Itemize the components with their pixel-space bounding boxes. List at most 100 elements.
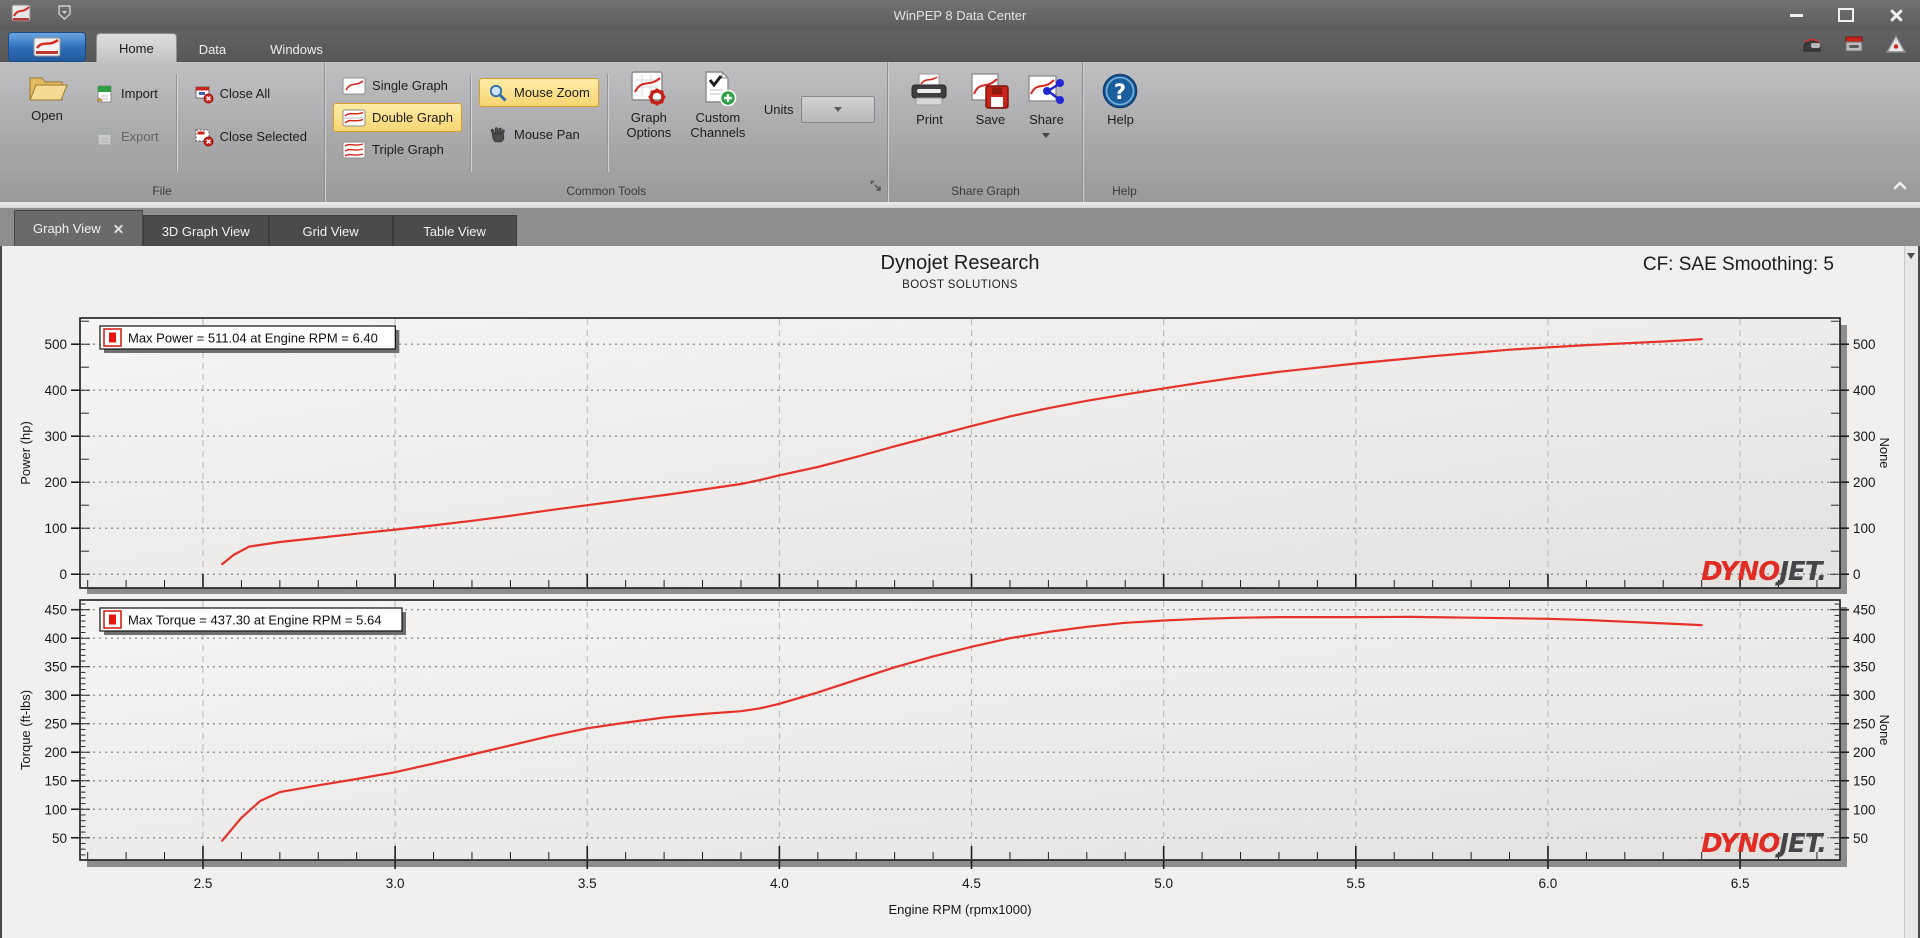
svg-text:450: 450	[44, 603, 67, 618]
single-graph-icon	[342, 77, 366, 94]
close-button[interactable]	[1886, 5, 1906, 25]
warning-triangle-icon[interactable]	[1885, 34, 1907, 58]
title-bar: WinPEP 8 Data Center	[0, 0, 1920, 30]
svg-text:400: 400	[44, 631, 67, 646]
help-group-label: Help	[1112, 184, 1137, 198]
print-button[interactable]: Print	[896, 70, 962, 128]
quick-access-dropdown-icon[interactable]	[58, 5, 71, 25]
svg-text:?: ?	[1114, 80, 1126, 104]
mouse-zoom-button[interactable]: Mouse Zoom	[478, 78, 599, 107]
chevron-up-icon	[1893, 181, 1907, 190]
svg-text:0: 0	[1853, 567, 1861, 582]
tab-table-view-label: Table View	[423, 223, 486, 239]
svg-text:100: 100	[1853, 802, 1876, 817]
torque-chart[interactable]: 50 50 100 100 150 150 200 200 250 250 300 300 350 350…	[2, 594, 1918, 938]
share-label: Share	[1029, 112, 1064, 127]
svg-text:200: 200	[44, 475, 67, 490]
folder-open-icon	[29, 77, 68, 101]
units-dropdown[interactable]	[801, 96, 876, 123]
triple-graph-button[interactable]: Triple Graph	[333, 136, 462, 163]
svg-text:150: 150	[1853, 774, 1876, 789]
tab-graph-view[interactable]: Graph View	[14, 210, 143, 246]
correction-factor-label: CF: SAE Smoothing: 5	[1642, 254, 1834, 275]
ribbon: Open Import Export Close All Close Selec…	[0, 62, 1920, 203]
tab-table-view[interactable]: Table View	[392, 215, 517, 246]
custom-channels-label: Custom Channels	[690, 110, 746, 140]
maximize-button[interactable]	[1836, 5, 1856, 25]
graph-view-panel: Dynojet Research BOOST SOLUTIONS CF: SAE…	[2, 246, 1918, 938]
csv-import-icon	[96, 85, 112, 102]
svg-text:None: None	[1877, 437, 1892, 468]
csv-export-icon	[97, 128, 112, 145]
tab-data[interactable]: Data	[177, 36, 248, 62]
power-chart[interactable]: 0 0 100 100 200 200 300 300 400 400 500 500 Power (h…	[2, 308, 1918, 594]
save-label: Save	[975, 112, 1006, 127]
close-selected-icon	[195, 129, 214, 146]
export-button[interactable]: Export	[86, 123, 168, 150]
svg-text:2.5: 2.5	[194, 876, 213, 891]
tab-scroll-rail[interactable]	[1904, 246, 1918, 938]
svg-text:100: 100	[44, 802, 67, 817]
ribbon-group-file: Open Import Export Close All Close Selec…	[0, 62, 324, 202]
ribbon-collapse-button[interactable]	[1892, 177, 1908, 195]
svg-text:100: 100	[1853, 521, 1876, 536]
svg-text:5.0: 5.0	[1154, 876, 1173, 891]
svg-text:200: 200	[1853, 745, 1876, 760]
svg-text:50: 50	[1853, 831, 1868, 846]
svg-text:4.0: 4.0	[770, 876, 789, 891]
custom-channels-button[interactable]: Custom Channels	[682, 68, 754, 140]
dyno-drum-icon[interactable]	[1844, 35, 1864, 58]
custom-channels-icon	[705, 71, 737, 107]
tab-3d-graph-view[interactable]: 3D Graph View	[142, 215, 269, 246]
open-button[interactable]: Open	[14, 68, 80, 124]
close-tab-icon[interactable]	[113, 223, 124, 234]
svg-text:400: 400	[1853, 631, 1876, 646]
triple-graph-label: Triple Graph	[372, 142, 444, 157]
helmet-icon[interactable]	[1802, 35, 1822, 58]
document-tab-bar: Graph View 3D Graph View Grid View Table…	[0, 208, 1920, 246]
tab-grid-view[interactable]: Grid View	[268, 215, 393, 246]
mouse-pan-button[interactable]: Mouse Pan	[479, 121, 599, 148]
dialog-launcher-icon[interactable]	[870, 179, 882, 197]
minimize-button[interactable]	[1786, 5, 1806, 25]
double-graph-button[interactable]: Double Graph	[333, 103, 462, 132]
save-icon	[971, 73, 1010, 109]
winpep-app-button[interactable]	[8, 32, 86, 62]
single-graph-label: Single Graph	[372, 78, 448, 93]
svg-text:300: 300	[1853, 429, 1876, 444]
svg-text:DYNOJET.: DYNOJET.	[1701, 829, 1826, 859]
company-title: Dynojet Research	[880, 252, 1040, 274]
close-selected-button[interactable]: Close Selected	[185, 123, 316, 150]
svg-text:Engine RPM (rpmx1000): Engine RPM (rpmx1000)	[888, 902, 1031, 917]
import-button[interactable]: Import	[86, 80, 168, 107]
dropdown-arrow-icon	[834, 107, 843, 112]
svg-text:350: 350	[1853, 660, 1876, 675]
tab-list-arrow-icon	[1907, 253, 1915, 259]
tab-3d-graph-view-label: 3D Graph View	[161, 223, 250, 239]
graph-options-button[interactable]: Graph Options	[616, 68, 682, 140]
help-button[interactable]: ? Help	[1091, 70, 1149, 128]
svg-text:300: 300	[1853, 688, 1876, 703]
double-graph-icon	[342, 109, 366, 126]
svg-text:300: 300	[44, 688, 67, 703]
svg-text:Max Torque = 437.30 at Engine: Max Torque = 437.30 at Engine RPM = 5.64	[128, 613, 381, 628]
tab-windows[interactable]: Windows	[248, 36, 345, 62]
svg-text:None: None	[1877, 714, 1892, 745]
single-graph-button[interactable]: Single Graph	[333, 72, 462, 99]
close-all-button[interactable]: Close All	[185, 80, 316, 107]
svg-text:250: 250	[44, 717, 67, 732]
save-button[interactable]: Save	[962, 70, 1018, 128]
svg-text:Power (hp): Power (hp)	[18, 421, 33, 485]
svg-text:50: 50	[52, 831, 67, 846]
svg-text:6.5: 6.5	[1731, 876, 1750, 891]
graph-options-icon	[631, 71, 666, 106]
svg-text:300: 300	[44, 429, 67, 444]
share-button[interactable]: Share	[1018, 70, 1074, 138]
double-graph-label: Double Graph	[372, 110, 453, 125]
svg-text:DYNOJET.: DYNOJET.	[1701, 557, 1826, 587]
tab-home[interactable]: Home	[96, 33, 177, 62]
mouse-zoom-icon	[489, 84, 507, 102]
print-label: Print	[916, 112, 943, 127]
help-label: Help	[1107, 112, 1134, 127]
svg-text:500: 500	[1853, 337, 1876, 352]
